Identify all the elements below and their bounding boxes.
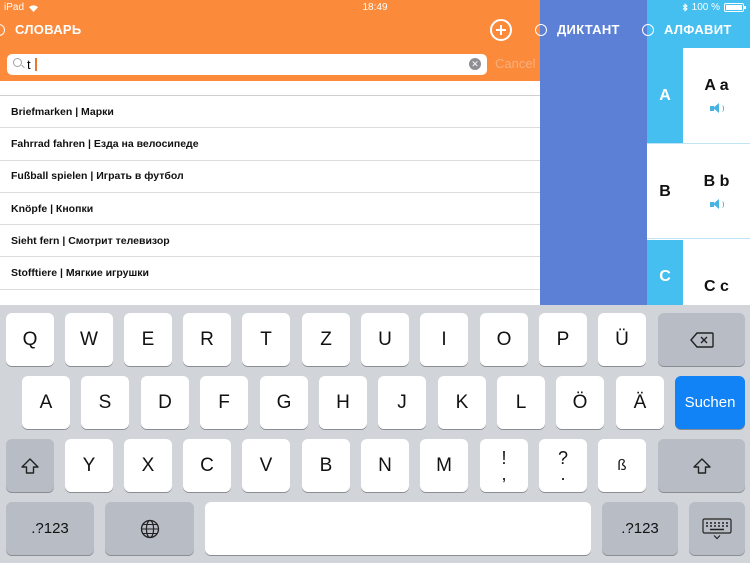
battery-icon — [724, 3, 746, 12]
key-e[interactable]: E — [124, 313, 172, 366]
search-key[interactable]: Suchen — [675, 376, 745, 429]
key-bottom-symbol: . — [560, 463, 566, 484]
tab-alphabet[interactable]: АЛФАВИТ — [642, 22, 732, 37]
speaker-icon[interactable] — [709, 103, 724, 114]
alphabet-pair: A a — [683, 48, 750, 143]
key-o[interactable]: O — [480, 313, 528, 366]
key-b[interactable]: B — [302, 439, 350, 492]
key-u[interactable]: U — [361, 313, 409, 366]
numbers-key-right[interactable]: .?123 — [602, 502, 678, 555]
key-a-umlaut[interactable]: Ä — [616, 376, 664, 429]
alphabet-panel: АЛФАВИТ A A a B B b C C c — [642, 0, 750, 305]
key-x[interactable]: X — [124, 439, 172, 492]
key-u-umlaut[interactable]: Ü — [598, 313, 646, 366]
tab-dictionary-label: СЛОВАРЬ — [15, 22, 82, 37]
key-j[interactable]: J — [378, 376, 426, 429]
key-q[interactable]: Q — [6, 313, 54, 366]
bluetooth-icon — [682, 3, 688, 12]
key-i[interactable]: I — [420, 313, 468, 366]
key-p[interactable]: P — [539, 313, 587, 366]
tab-dictionary[interactable]: СЛОВАРЬ — [0, 22, 82, 37]
keyboard-icon — [702, 517, 732, 539]
speaker-icon[interactable] — [709, 199, 724, 210]
key-o-umlaut[interactable]: Ö — [556, 376, 604, 429]
tab-alphabet-label: АЛФАВИТ — [664, 22, 732, 37]
radio-circle-icon — [0, 23, 5, 36]
radio-circle-icon — [535, 23, 547, 36]
tab-dictation-label: ДИКТАНТ — [557, 22, 620, 37]
cancel-button[interactable]: Cancel — [495, 56, 535, 71]
key-y[interactable]: Y — [65, 439, 113, 492]
key-z[interactable]: Z — [302, 313, 350, 366]
key-n[interactable]: N — [361, 439, 409, 492]
space-key[interactable] — [205, 502, 591, 555]
alphabet-capital: A — [647, 48, 683, 143]
dictation-panel: ДИКТАНТ — [535, 0, 647, 305]
globe-key[interactable] — [105, 502, 194, 555]
search-field[interactable]: ✕ — [7, 54, 487, 75]
key-g[interactable]: G — [260, 376, 308, 429]
key-question-period[interactable]: ? . — [539, 439, 587, 492]
alphabet-pair: B b — [683, 145, 750, 238]
text-cursor — [35, 58, 37, 71]
list-item[interactable]: Fußball spielen | Играть в футбол — [0, 161, 540, 193]
numbers-key-left[interactable]: .?123 — [6, 502, 94, 555]
list-item[interactable]: Stofftiere | Мягкие игрушки — [0, 257, 540, 290]
key-d[interactable]: D — [141, 376, 189, 429]
status-bar: iPad 18:49 100 % — [0, 0, 750, 14]
key-bottom-symbol: , — [501, 463, 507, 484]
search-icon — [13, 58, 22, 67]
battery-percent: 100 % — [691, 2, 720, 13]
key-m[interactable]: M — [420, 439, 468, 492]
key-r[interactable]: R — [183, 313, 231, 366]
alphabet-row[interactable]: C C c — [647, 240, 750, 305]
shift-icon — [692, 457, 711, 474]
dictionary-panel: СЛОВАРЬ ✕ Cancel Briefmarken | Марки Fah… — [0, 0, 540, 305]
key-k[interactable]: K — [438, 376, 486, 429]
key-h[interactable]: H — [319, 376, 367, 429]
backspace-icon — [689, 331, 714, 348]
clear-icon[interactable]: ✕ — [469, 58, 481, 70]
shift-key-left[interactable] — [6, 439, 54, 492]
status-time: 18:49 — [362, 2, 388, 13]
status-right: 100 % — [682, 2, 746, 13]
alphabet-pair-text: B b — [703, 173, 730, 190]
key-l[interactable]: L — [497, 376, 545, 429]
search-input[interactable] — [27, 56, 467, 73]
key-a[interactable]: A — [22, 376, 70, 429]
word-list: Briefmarken | Марки Fahrrad fahren | Езд… — [0, 95, 540, 290]
key-w[interactable]: W — [65, 313, 113, 366]
key-exclamation-comma[interactable]: ! , — [480, 439, 528, 492]
alphabet-pair: C c — [683, 240, 750, 305]
alphabet-row[interactable]: B B b — [647, 145, 750, 239]
backspace-key[interactable] — [658, 313, 745, 366]
alphabet-pair-text: A a — [704, 77, 729, 94]
key-t[interactable]: T — [242, 313, 290, 366]
key-f[interactable]: F — [200, 376, 248, 429]
key-c[interactable]: C — [183, 439, 231, 492]
alphabet-capital: C — [647, 240, 683, 305]
add-word-button[interactable] — [490, 19, 512, 41]
alphabet-capital: B — [647, 145, 683, 238]
dismiss-keyboard-key[interactable] — [689, 502, 745, 555]
list-item[interactable]: Knöpfe | Кнопки — [0, 193, 540, 226]
radio-circle-icon — [642, 23, 654, 36]
key-v[interactable]: V — [242, 439, 290, 492]
list-item[interactable]: Briefmarken | Марки — [0, 96, 540, 129]
list-item[interactable]: Fahrrad fahren | Езда на велосипеде — [0, 128, 540, 161]
globe-icon — [140, 519, 159, 538]
key-s[interactable]: S — [81, 376, 129, 429]
list-item[interactable]: Sieht fern | Смотрит телевизор — [0, 225, 540, 258]
alphabet-pair-text: C c — [704, 278, 729, 295]
keyboard: Q W E R T Z U I O P Ü A S D F G H J K L … — [0, 305, 750, 563]
shift-icon — [21, 457, 39, 474]
key-sharp-s[interactable]: ß — [598, 439, 646, 492]
alphabet-row[interactable]: A A a — [647, 48, 750, 144]
tab-dictation[interactable]: ДИКТАНТ — [535, 22, 620, 37]
shift-key-right[interactable] — [658, 439, 745, 492]
